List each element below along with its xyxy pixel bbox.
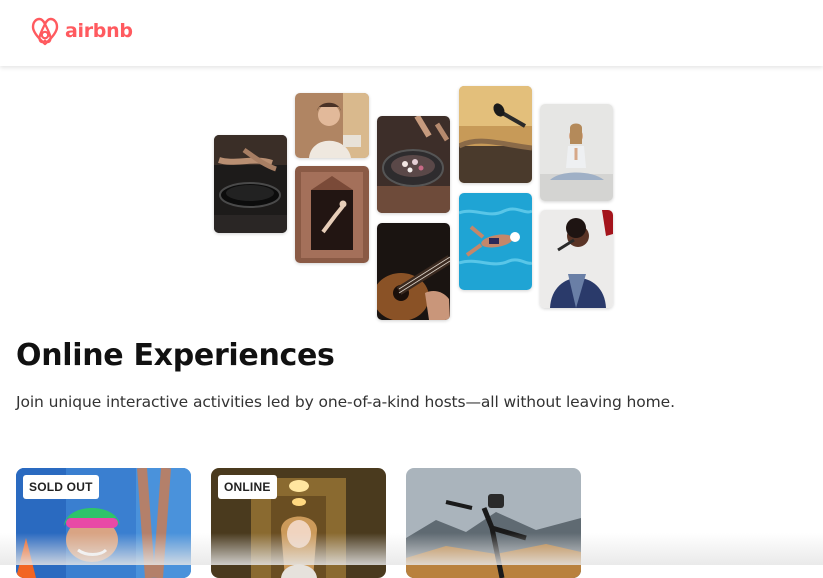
dj-microphone-photo <box>459 86 532 183</box>
logo-wordmark: airbnb <box>65 20 133 42</box>
status-badge: ONLINE <box>218 475 277 499</box>
top-navbar: airbnb <box>0 0 823 66</box>
status-badge: SOLD OUT <box>23 475 99 499</box>
experience-card[interactable]: ONLINE <box>211 468 386 578</box>
bicycle-mountains-photo <box>406 468 581 578</box>
airbnb-belo-icon <box>30 15 60 47</box>
guitar-photo <box>377 223 450 320</box>
experience-card[interactable] <box>406 468 581 578</box>
experience-card[interactable]: SOLD OUT <box>16 468 191 578</box>
experience-card-list: SOLD OUT ONLINE <box>0 468 823 565</box>
singer-photo <box>540 210 613 308</box>
cooking-pan-photo <box>214 135 287 233</box>
airbnb-logo[interactable]: airbnb <box>30 14 133 48</box>
host-portrait-photo <box>295 93 369 158</box>
dancer-doorway-photo <box>295 166 369 263</box>
food-bowl-photo <box>377 116 450 213</box>
swimmer-pool-photo <box>459 193 532 290</box>
page-subtitle: Join unique interactive activities led b… <box>16 393 675 411</box>
hero-collage <box>0 66 823 326</box>
page-title: Online Experiences <box>16 338 335 373</box>
yoga-photo <box>540 104 613 201</box>
